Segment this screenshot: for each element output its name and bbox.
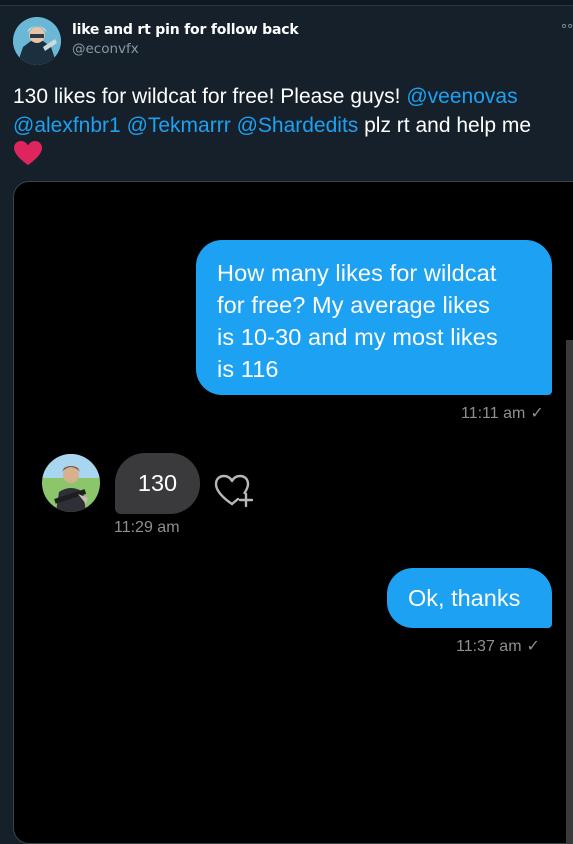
tweet-text-line-2: @alexfnbr1 @Tekmarrr @Shardedits plz rt … [13,111,573,140]
mention-link[interactable]: @veenovas [406,85,517,108]
author-avatar[interactable] [13,17,61,65]
tweet-media-image[interactable]: How many likes for wildcat for free? My … [13,181,573,844]
mention-link[interactable]: @alexfnbr1 [13,114,121,137]
heart-plus-icon[interactable] [213,469,259,509]
tweet-text-line-1: 130 likes for wildcat for free! Please g… [13,82,573,111]
timestamp-text: 11:11 am [461,405,526,422]
message-timestamp: 11:37 am ✓ [456,636,540,656]
message-line: for free? My average likes [217,292,490,318]
author-display-name[interactable]: like and rt pin for follow back [72,22,299,38]
message-text: Ok, thanks [408,585,521,611]
message-line: How many likes for wildcat [217,260,497,286]
sender-avatar[interactable] [42,454,100,512]
tweet-text: 130 likes for wildcat for free! Please g… [13,82,573,170]
outgoing-message-bubble: How many likes for wildcat for free? My … [196,240,552,395]
author-handle[interactable]: @econvfx [72,41,139,57]
top-divider [0,0,573,6]
checkmark-icon: ✓ [526,638,540,655]
tweet-text-plain: 130 likes for wildcat for free! Please g… [13,85,407,108]
red-heart-icon [14,141,42,165]
mention-link[interactable]: @Tekmarrr [127,114,231,137]
message-line: is 10-30 and my most likes [217,324,498,350]
tweet-text-plain: plz rt and help me [358,114,532,137]
message-timestamp: 11:29 am [114,519,180,536]
tweet-text-line-3 [13,140,573,170]
outgoing-message-bubble: Ok, thanks [387,568,552,628]
more-options-icon[interactable]: ∘∘ [560,19,573,35]
checkmark-icon: ✓ [530,405,544,422]
scrollbar[interactable] [566,340,573,844]
incoming-message-bubble: 130 [115,453,200,514]
message-text: 130 [137,470,178,496]
message-timestamp: 11:11 am ✓ [461,403,544,423]
message-line: is 116 [217,356,279,382]
timestamp-text: 11:37 am [456,638,522,655]
mention-link[interactable]: @Shardedits [237,114,359,137]
